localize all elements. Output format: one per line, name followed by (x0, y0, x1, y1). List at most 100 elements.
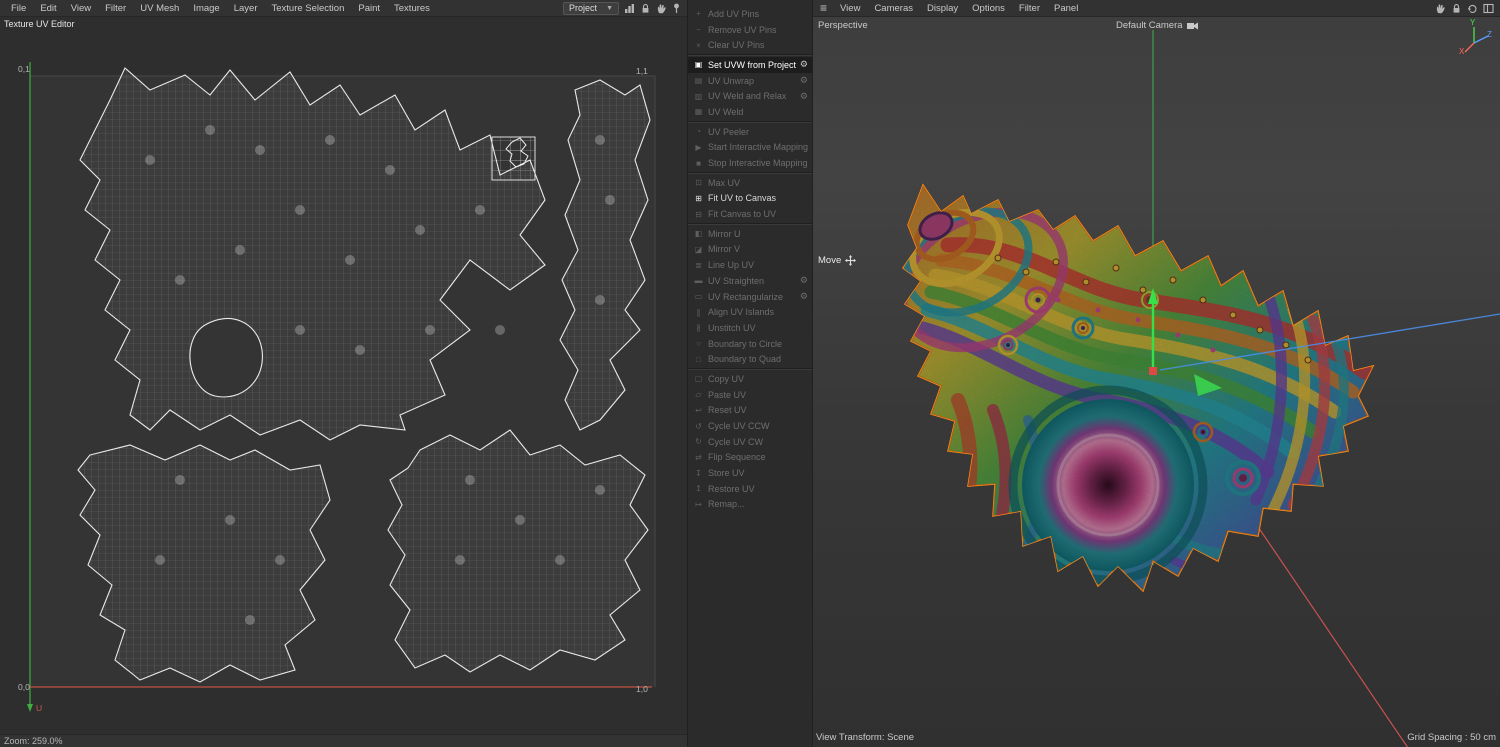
command-label: Store UV (708, 468, 745, 479)
command-remap[interactable]: ↦ Remap... (688, 497, 812, 513)
gear-icon[interactable]: ⚙ (800, 91, 808, 102)
vp-menu-view[interactable]: View (833, 3, 867, 14)
add-uv-pins-icon: + (696, 9, 701, 19)
camera-label[interactable]: Default Camera (1116, 20, 1198, 31)
vp-menu-filter[interactable]: Filter (1012, 3, 1047, 14)
command-boundary-to-quad[interactable]: □ Boundary to Quad (688, 351, 812, 367)
gear-icon[interactable]: ⚙ (800, 275, 808, 286)
command-add-uv-pins[interactable]: + Add UV Pins (688, 6, 812, 22)
view-transform-status: View Transform: Scene (816, 732, 915, 743)
uv-rectangularize-icon: ▭ (694, 292, 703, 302)
command-cycle-uv-ccw[interactable]: ↺ Cycle UV CCW (688, 418, 812, 434)
gear-icon[interactable]: ⚙ (800, 75, 808, 86)
command-label: Fit Canvas to UV (708, 209, 777, 220)
vp-menu-options[interactable]: Options (965, 3, 1012, 14)
gear-icon[interactable]: ⚙ (800, 59, 808, 70)
command-stop-interactive-mapping[interactable]: ■ Stop Interactive Mapping (688, 155, 812, 171)
command-fit-uv-to-canvas[interactable]: ⊞ Fit UV to Canvas (688, 191, 812, 207)
lock-icon[interactable] (640, 3, 651, 14)
max-uv-icon: ⊡ (695, 178, 702, 188)
command-reset-uv[interactable]: ↩ Reset UV (688, 403, 812, 419)
command-label: Mirror U (708, 228, 741, 239)
command-line-up-uv[interactable]: ≣ Line Up UV (688, 257, 812, 273)
command-max-uv[interactable]: ⊡ Max UV (688, 175, 812, 191)
command-paste-uv[interactable]: ▱ Paste UV (688, 387, 812, 403)
lock-icon[interactable] (1451, 3, 1462, 14)
command-mirror-v[interactable]: ◪ Mirror V (688, 242, 812, 258)
uv-commands-pane: + Add UV Pins − Remove UV Pins × Clear UV Pin… (687, 0, 813, 747)
command-fit-canvas-to-uv[interactable]: ⊟ Fit Canvas to UV (688, 206, 812, 222)
command-copy-uv[interactable]: ▢ Copy UV (688, 371, 812, 387)
command-clear-uv-pins[interactable]: × Clear UV Pins (688, 37, 812, 53)
uv-editor-pane: File Edit View Filter UV Mesh Image Layer Textu… (0, 0, 687, 747)
gear-icon[interactable]: ⚙ (800, 291, 808, 302)
command-label: Restore UV (708, 483, 755, 494)
command-store-uv[interactable]: ↧ Store UV (688, 465, 812, 481)
menu-textures[interactable]: Textures (387, 3, 437, 14)
menu-uv-mesh[interactable]: UV Mesh (133, 3, 186, 14)
uv-islands-svg (27, 62, 656, 712)
menu-edit[interactable]: Edit (33, 3, 63, 14)
command-uv-rectangularize[interactable]: ▭ UV Rectangularize ⚙ (688, 289, 812, 305)
command-uv-weld[interactable]: ▦ UV Weld (688, 104, 812, 120)
uv-canvas[interactable]: 0,1 1,1 0,0 1,0 U (0, 17, 687, 734)
menu-file[interactable]: File (4, 3, 33, 14)
command-group-separator (688, 171, 812, 174)
command-uv-unwrap[interactable]: ▤ UV Unwrap ⚙ (688, 73, 812, 89)
vp-menu-cameras[interactable]: Cameras (867, 3, 920, 14)
command-uv-peeler[interactable]: ◔ UV Peeler (688, 124, 812, 140)
orientation-gizmo[interactable]: Y Z X (1459, 18, 1495, 62)
command-restore-uv[interactable]: ↥ Restore UV (688, 481, 812, 497)
mirror-u-icon: ◧ (694, 229, 703, 239)
command-group-separator (688, 120, 812, 123)
viewport-pane: ≡ View Cameras Display Options Filter Panel (813, 0, 1500, 747)
vp-menu-display[interactable]: Display (920, 3, 965, 14)
project-dropdown[interactable]: Project ▼ (563, 1, 619, 15)
command-mirror-u[interactable]: ◧ Mirror U (688, 226, 812, 242)
command-label: Boundary to Circle (708, 338, 783, 349)
reset-uv-icon: ↩ (695, 405, 702, 415)
command-set-uvw-from-projection[interactable]: ▣ Set UVW from Projection ⚙ (688, 57, 812, 73)
set-uvw-from-projection-icon: ▣ (694, 60, 703, 70)
perspective-label[interactable]: Perspective (818, 20, 868, 31)
menu-image[interactable]: Image (186, 3, 226, 14)
uv-weld-icon: ▦ (694, 107, 703, 117)
command-unstitch-uv[interactable]: ∦ Unstitch UV (688, 320, 812, 336)
menu-texture-selection[interactable]: Texture Selection (264, 3, 351, 14)
scene-svg (879, 30, 1500, 747)
menu-view[interactable]: View (64, 3, 98, 14)
vp-menu-panel[interactable]: Panel (1047, 3, 1085, 14)
cycle-uv-ccw-icon: ↺ (695, 421, 702, 431)
command-remove-uv-pins[interactable]: − Remove UV Pins (688, 22, 812, 38)
viewport-3d[interactable]: Perspective Default Camera Move Y Z X Vi… (813, 17, 1500, 747)
gizmo-center-handle (1149, 367, 1157, 375)
command-uv-straighten[interactable]: ▬ UV Straighten ⚙ (688, 273, 812, 289)
hand-icon[interactable] (1435, 3, 1446, 14)
chart-icon[interactable] (624, 3, 635, 14)
line-up-uv-icon: ≣ (695, 260, 702, 270)
command-label: Line Up UV (708, 260, 755, 271)
menu-icon[interactable]: ≡ (817, 1, 833, 15)
pin-icon[interactable] (672, 3, 681, 14)
shell-model[interactable] (879, 170, 1388, 600)
command-boundary-to-circle[interactable]: ○ Boundary to Circle (688, 336, 812, 352)
command-start-interactive-mapping[interactable]: ▶ Start Interactive Mapping (688, 140, 812, 156)
menu-paint[interactable]: Paint (351, 3, 387, 14)
menu-filter[interactable]: Filter (98, 3, 133, 14)
menu-layer[interactable]: Layer (227, 3, 265, 14)
command-label: UV Weld (708, 106, 744, 117)
command-label: Mirror V (708, 244, 740, 255)
command-align-uv-islands[interactable]: ∥ Align UV Islands (688, 304, 812, 320)
store-uv-icon: ↧ (695, 468, 702, 478)
cycle-icon[interactable] (1467, 3, 1478, 14)
command-label: Remap... (708, 499, 745, 510)
panel-icon[interactable] (1483, 3, 1494, 14)
command-label: Clear UV Pins (708, 40, 765, 51)
remap-icon: ↦ (695, 499, 702, 509)
command-flip-sequence[interactable]: ⇄ Flip Sequence (688, 450, 812, 466)
command-cycle-uv-cw[interactable]: ↻ Cycle UV CW (688, 434, 812, 450)
command-uv-weld-and-relax[interactable]: ▥ UV Weld and Relax ⚙ (688, 88, 812, 104)
hand-icon[interactable] (656, 3, 667, 14)
fit-canvas-to-uv-icon: ⊟ (695, 209, 702, 219)
uv-corner-10: 1,0 (636, 684, 648, 694)
